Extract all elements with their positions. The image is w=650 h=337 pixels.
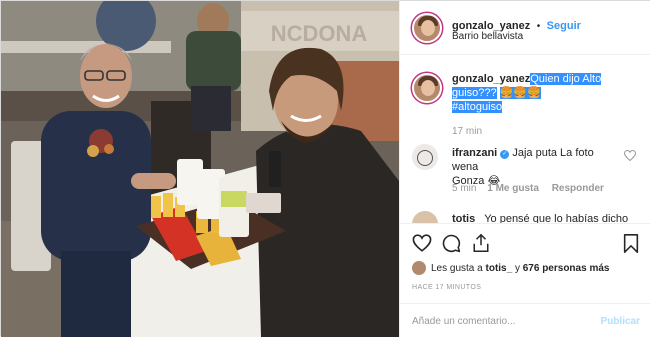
post-header: gonzalo_yanez • Seguir Barrio bellavista bbox=[400, 1, 650, 55]
add-comment-bar: Añade un comentario... Publicar bbox=[400, 303, 650, 337]
post-actions: Les gusta a totis_ y 676 personas más HA… bbox=[400, 223, 650, 303]
caption-avatar[interactable] bbox=[412, 73, 442, 103]
post-photo[interactable]: NCDONA bbox=[1, 1, 399, 337]
caption-emojis: 🍔🍔🍔 bbox=[499, 87, 541, 99]
comment-like-icon[interactable] bbox=[624, 150, 636, 161]
avatar[interactable] bbox=[412, 13, 442, 43]
svg-text:NCDONA: NCDONA bbox=[271, 21, 368, 46]
photo-illustration: NCDONA bbox=[1, 1, 399, 337]
follow-separator: • bbox=[536, 21, 541, 32]
caption-text-line1: Quien dijo Alto bbox=[530, 73, 602, 85]
comment-time[interactable]: 5 min bbox=[452, 183, 476, 194]
comment-likes[interactable]: 1 Me gusta bbox=[487, 183, 539, 194]
follow-button[interactable]: Seguir bbox=[547, 20, 581, 32]
heart-icon[interactable] bbox=[412, 234, 432, 252]
publish-button[interactable]: Publicar bbox=[601, 316, 640, 327]
verified-icon: ✓ bbox=[500, 150, 510, 159]
share-icon[interactable] bbox=[472, 233, 490, 253]
location-link[interactable]: Barrio bellavista bbox=[452, 31, 523, 42]
comment-icon[interactable] bbox=[442, 234, 461, 253]
bookmark-icon[interactable] bbox=[623, 234, 639, 253]
reply-button[interactable]: Responder bbox=[552, 183, 604, 194]
commenter-avatar[interactable] bbox=[412, 211, 438, 223]
caption-text-line2: guiso??? bbox=[452, 87, 497, 99]
comment: ifranzani ✓ Jaja puta La foto wena Gonza… bbox=[452, 146, 622, 188]
avatar-face bbox=[421, 20, 435, 36]
comment-username[interactable]: ifranzani bbox=[452, 147, 497, 159]
caption-hashtag[interactable]: #altoguiso bbox=[452, 101, 503, 113]
comments-list: gonzalo_yanezQuien dijo Alto guiso??? 🍔🍔… bbox=[400, 56, 650, 223]
caption: gonzalo_yanezQuien dijo Alto guiso??? 🍔🍔… bbox=[452, 72, 642, 114]
comment-meta: 5 min 1 Me gusta Responder bbox=[452, 183, 604, 194]
avatar-sketch bbox=[417, 150, 433, 166]
comment-text-line1: Yo pensé que lo habías dicho bbox=[484, 213, 629, 223]
likes-prefix: Les gusta a bbox=[431, 263, 483, 274]
likes-joiner: y bbox=[514, 263, 520, 274]
instagram-post-window: NCDONA gonzalo_yanez • Seguir Barrio bel… bbox=[0, 0, 650, 337]
comment: totis_ Yo pensé que lo habías dicho bbox=[452, 212, 647, 223]
comment-username[interactable]: totis_ bbox=[452, 213, 481, 223]
likes-user[interactable]: totis_ bbox=[486, 263, 513, 274]
comment-input[interactable]: Añade un comentario... bbox=[412, 316, 515, 327]
likes-summary[interactable]: Les gusta a totis_ y 676 personas más bbox=[431, 263, 609, 274]
post-side-panel: gonzalo_yanez • Seguir Barrio bellavista… bbox=[399, 1, 650, 337]
commenter-avatar[interactable] bbox=[412, 144, 438, 170]
caption-time[interactable]: 17 min bbox=[452, 126, 482, 137]
avatar-face bbox=[421, 80, 435, 96]
posted-time[interactable]: HACE 17 MINUTOS bbox=[412, 284, 481, 291]
likes-count[interactable]: 676 personas más bbox=[523, 263, 610, 274]
liker-avatar[interactable] bbox=[412, 261, 426, 275]
caption-username[interactable]: gonzalo_yanez bbox=[452, 73, 530, 85]
